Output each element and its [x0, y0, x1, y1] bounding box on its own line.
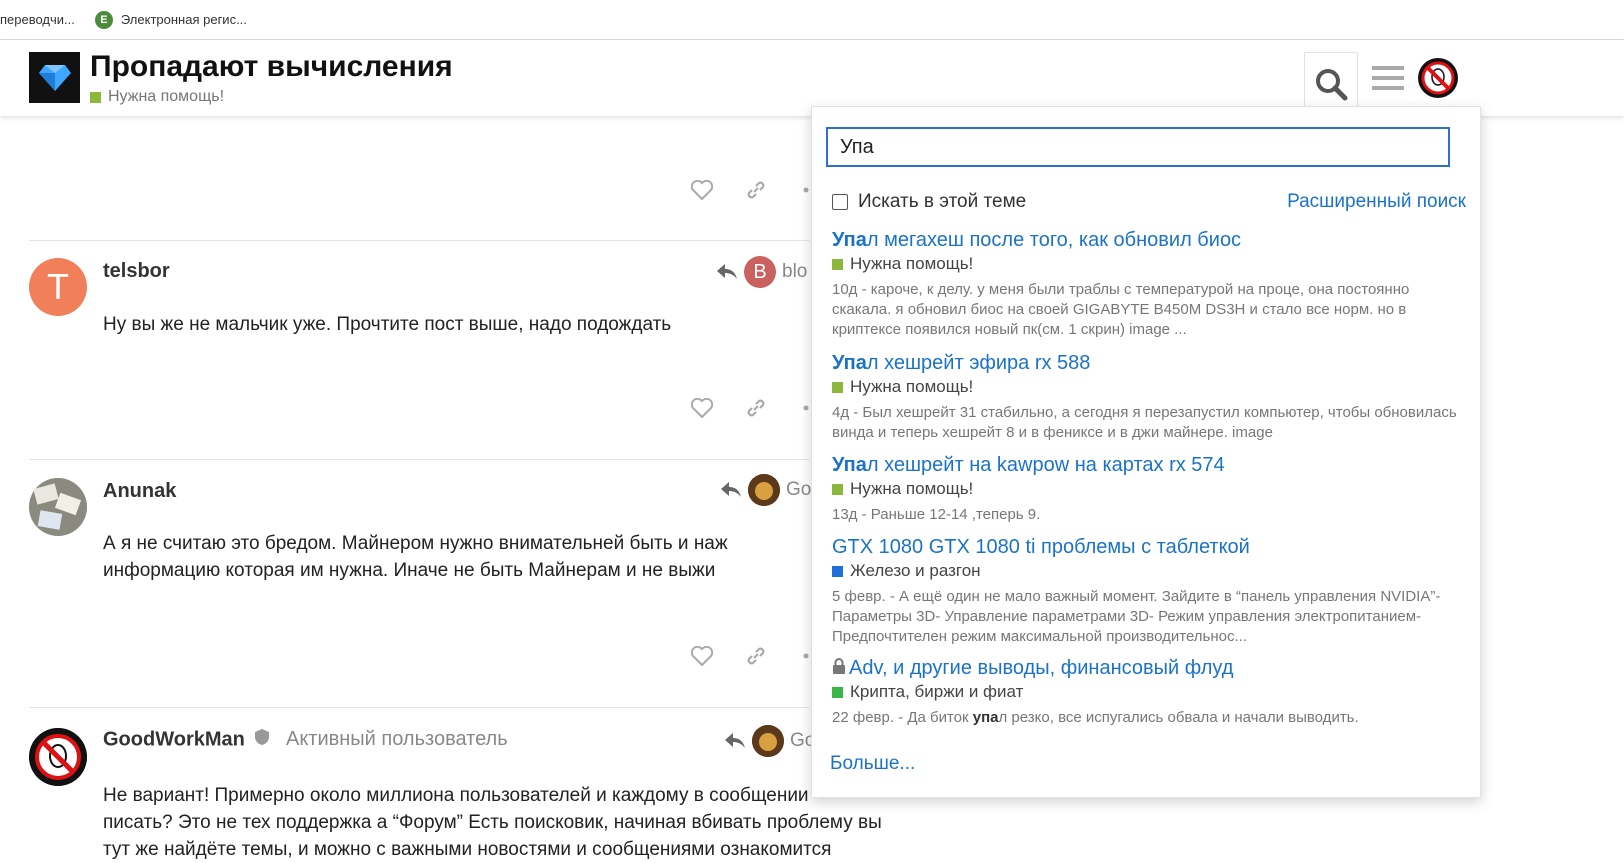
share-link-icon[interactable] — [744, 644, 768, 668]
shield-icon — [254, 728, 270, 752]
ghostbusters-avatar-icon — [29, 728, 87, 786]
share-link-icon[interactable] — [744, 178, 768, 202]
result-category[interactable]: Нужна помощь! — [832, 254, 1467, 274]
document-icon: E — [94, 10, 113, 29]
post-divider — [29, 240, 809, 241]
post-username[interactable]: GoodWorkMan Активный пользователь — [103, 728, 508, 752]
reply-arrow-icon — [717, 264, 737, 279]
topic-header: Пропадают вычисления Нужна помощь! — [0, 40, 1624, 116]
bookmark-label: Электронная регис... — [120, 12, 247, 27]
like-heart-icon[interactable] — [690, 644, 714, 668]
post-username[interactable]: telsbor — [103, 260, 170, 283]
search-context-toggle[interactable]: Искать в этой теме — [832, 191, 1026, 213]
category-color-square — [832, 381, 843, 393]
avatar[interactable] — [29, 728, 87, 786]
hamburger-icon — [1372, 66, 1404, 90]
reply-to-name: blo — [782, 261, 808, 282]
advanced-search-link[interactable]: Расширенный поиск — [1287, 191, 1466, 213]
more-results-link[interactable]: Больше... — [830, 753, 915, 775]
post-divider — [29, 707, 809, 708]
category-color-square — [90, 91, 101, 103]
result-blurb: 13д - Раньше 12-14 ,теперь 9. — [832, 506, 1041, 523]
search-result[interactable]: Упа л хешрейт эфира rx 588 Нужна помощь! … — [832, 351, 1467, 443]
category-color-square — [832, 483, 843, 495]
search-in-topic-checkbox[interactable] — [832, 194, 848, 210]
result-blurb: 10д - кароче, к делу. у меня были траблы… — [832, 281, 1410, 338]
user-avatar-button[interactable] — [1412, 52, 1464, 104]
category-label: Нужна помощь! — [108, 88, 225, 105]
share-link-icon[interactable] — [744, 396, 768, 420]
search-input[interactable] — [826, 127, 1450, 167]
category-color-square — [832, 258, 843, 270]
result-title[interactable]: Упа л хешрейт на kawpow на картах rx 574 — [832, 453, 1467, 477]
avatar[interactable]: T — [29, 258, 87, 316]
reply-to-indicator[interactable]: Go — [724, 725, 815, 757]
reply-to-indicator[interactable]: B blo — [716, 256, 807, 288]
user-title: Активный пользователь — [285, 728, 508, 751]
search-result[interactable]: Adv, и другие выводы, финансовый флуд Кр… — [832, 656, 1467, 728]
reply-arrow-icon — [721, 482, 741, 497]
result-title[interactable]: Упа л хешрейт эфира rx 588 — [832, 351, 1467, 375]
result-title[interactable]: Adv, и другие выводы, финансовый флуд — [832, 656, 1467, 680]
search-result[interactable]: Упа л мегахеш после того, как обновил био… — [832, 228, 1467, 340]
page-title[interactable]: Пропадают вычисления — [90, 50, 453, 84]
ghostbusters-avatar-icon — [1418, 58, 1458, 98]
search-dropdown: Искать в этой теме Расширенный поиск Упа… — [811, 106, 1481, 798]
search-result[interactable]: GTX 1080 GTX 1080 ti проблемы с таблетко… — [832, 535, 1467, 647]
post-actions — [690, 178, 822, 202]
bookmark-translator[interactable]: переводчи... — [0, 12, 75, 27]
search-result[interactable]: Упа л хешрейт на kawpow на картах rx 574 … — [832, 453, 1467, 525]
reply-to-indicator[interactable]: Go — [720, 474, 811, 506]
result-blurb: 5 февр. - А ещё один не мало важный моме… — [832, 588, 1441, 645]
stickers-avatar-icon — [29, 478, 87, 536]
lock-icon — [832, 656, 846, 680]
search-context-label: Искать в этой теме — [858, 191, 1027, 212]
topic-category[interactable]: Нужна помощь! — [90, 88, 224, 106]
post-username[interactable]: Anunak — [103, 480, 176, 503]
post-divider — [29, 459, 809, 460]
result-blurb: 22 февр. - Да биток упал резко, все испу… — [832, 709, 1359, 726]
result-blurb: 4д - Был хешрейт 31 стабильно, а сегодня… — [832, 404, 1457, 441]
reply-to-avatar — [748, 474, 780, 506]
bookmark-registration[interactable]: E Электронная регис... — [94, 10, 247, 29]
post-actions — [690, 644, 822, 668]
result-title[interactable]: Упа л мегахеш после того, как обновил био… — [832, 228, 1467, 252]
post-actions — [690, 396, 822, 420]
site-logo[interactable] — [29, 52, 80, 103]
reply-to-name: Go — [786, 479, 812, 500]
reply-arrow-icon — [725, 733, 745, 748]
hamburger-menu-button[interactable] — [1362, 52, 1414, 104]
bookmark-label: переводчи... — [0, 12, 75, 27]
avatar[interactable] — [29, 478, 87, 536]
result-title[interactable]: GTX 1080 GTX 1080 ti проблемы с таблетко… — [832, 535, 1467, 559]
search-icon — [1316, 69, 1348, 101]
category-color-square — [832, 565, 843, 577]
result-category[interactable]: Железо и разгон — [832, 561, 1467, 581]
like-heart-icon[interactable] — [690, 396, 714, 420]
diamond-icon — [38, 64, 71, 91]
category-color-square — [832, 686, 843, 698]
reply-to-avatar — [752, 725, 784, 757]
result-category[interactable]: Крипта, биржи и фиат — [832, 682, 1467, 702]
result-category[interactable]: Нужна помощь! — [832, 479, 1467, 499]
reply-to-avatar: B — [744, 256, 776, 288]
bookmarks-bar: переводчи... E Электронная регис... — [0, 0, 1624, 40]
result-category[interactable]: Нужна помощь! — [832, 377, 1467, 397]
like-heart-icon[interactable] — [690, 178, 714, 202]
